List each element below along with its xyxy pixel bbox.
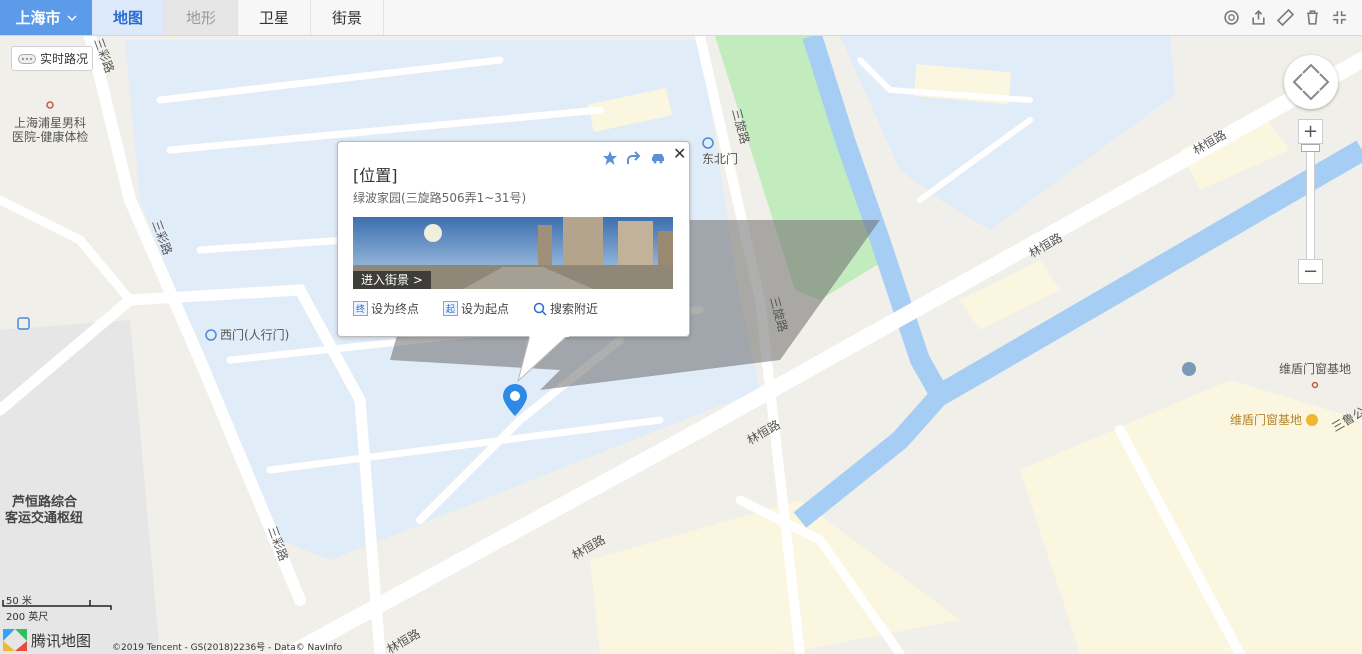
label-east-north-gate[interactable]: 东北门	[702, 151, 738, 166]
search-icon	[533, 302, 547, 316]
label-west-gate[interactable]: 西门(人行门)	[220, 327, 289, 342]
copyright: ©2019 Tencent - GS(2018)2236号 - Data© Na…	[112, 643, 343, 653]
zoom-in-button[interactable]: +	[1298, 119, 1323, 144]
origin-badge-icon: 起	[443, 301, 459, 316]
label-weidun-2[interactable]: 维盾门窗基地	[1230, 412, 1302, 427]
popup-title: [位置]	[353, 166, 398, 185]
ruler-icon[interactable]	[1277, 9, 1294, 26]
chevron-down-icon	[66, 14, 77, 21]
share-icon[interactable]	[1250, 9, 1267, 26]
label-luheng-1[interactable]: 芦恒路综合	[12, 494, 78, 510]
destination-badge-icon: 终	[353, 301, 368, 316]
scale-label-imperial: 200 英尺	[6, 612, 49, 623]
tab-map-label: 地图	[112, 9, 143, 27]
label-weidun-1[interactable]: 维盾门窗基地	[1279, 361, 1351, 376]
label-hospital-2[interactable]: 医院-健康体检	[12, 129, 88, 144]
tab-streetview[interactable]: 街景	[311, 0, 384, 35]
set-destination-button[interactable]: 终 设为终点	[353, 300, 419, 317]
traffic-label: 实时路况	[40, 52, 89, 66]
tab-streetview-label: 街景	[331, 9, 362, 27]
set-origin-label: 设为起点	[461, 302, 510, 316]
search-nearby-button[interactable]: 搜索附近	[533, 300, 598, 317]
pan-arrows-icon	[1292, 63, 1330, 101]
set-origin-button[interactable]: 起 设为起点	[443, 300, 509, 317]
close-icon[interactable]: ✕	[673, 144, 686, 163]
share-arrow-icon[interactable]	[626, 150, 642, 166]
tab-terrain-label: 地形	[185, 9, 216, 27]
label-luheng-2[interactable]: 客运交通枢纽	[5, 510, 83, 526]
star-icon[interactable]	[602, 150, 618, 166]
tab-terrain[interactable]: 地形	[165, 0, 238, 35]
zoom-out-button[interactable]: −	[1298, 259, 1323, 284]
search-circle-icon[interactable]	[1223, 9, 1240, 26]
car-icon[interactable]	[650, 150, 666, 166]
popup-pointer	[517, 335, 569, 383]
search-nearby-label: 搜索附近	[550, 302, 599, 316]
traffic-icon	[18, 53, 36, 64]
tencent-map-logo-icon	[3, 629, 27, 651]
logo-text: 腾讯地图	[31, 631, 92, 650]
weidun-poi-icon	[1306, 414, 1318, 426]
info-window: ✕ [位置] 绿波家园(三旋路506弄1~31号) 进入街景 > 终 设为终点 …	[337, 141, 690, 337]
tencent-map-logo[interactable]: 腾讯地图	[3, 629, 91, 651]
trash-icon[interactable]	[1304, 9, 1321, 26]
label-hospital-1[interactable]: 上海浦星男科	[14, 115, 86, 130]
streetview-thumbnail[interactable]: 进入街景 >	[353, 217, 673, 289]
set-destination-label: 设为终点	[371, 302, 420, 316]
city-selector[interactable]: 上海市	[0, 0, 92, 35]
tab-map[interactable]: 地图	[92, 0, 165, 35]
popup-actions: 终 设为终点 起 设为起点 搜索附近	[353, 300, 598, 317]
enter-streetview-button[interactable]: 进入街景 >	[353, 271, 431, 289]
traffic-toggle[interactable]: 实时路况	[11, 46, 93, 71]
fullscreen-icon[interactable]	[1331, 9, 1348, 26]
zoom-slider-handle[interactable]	[1301, 144, 1320, 152]
restaurant-icon	[1182, 362, 1196, 376]
zoom-slider-track[interactable]	[1306, 148, 1315, 260]
map-toolbar: 上海市 地图 地形 卫星 街景	[0, 0, 1362, 36]
tab-satellite-label: 卫星	[258, 9, 289, 27]
popup-address: 绿波家园(三旋路506弄1~31号)	[353, 191, 527, 205]
tab-satellite[interactable]: 卫星	[238, 0, 311, 35]
city-label: 上海市	[15, 9, 61, 27]
toolbar-tools	[1223, 0, 1362, 35]
pan-control[interactable]	[1284, 55, 1338, 109]
popup-icon-group	[602, 150, 666, 166]
